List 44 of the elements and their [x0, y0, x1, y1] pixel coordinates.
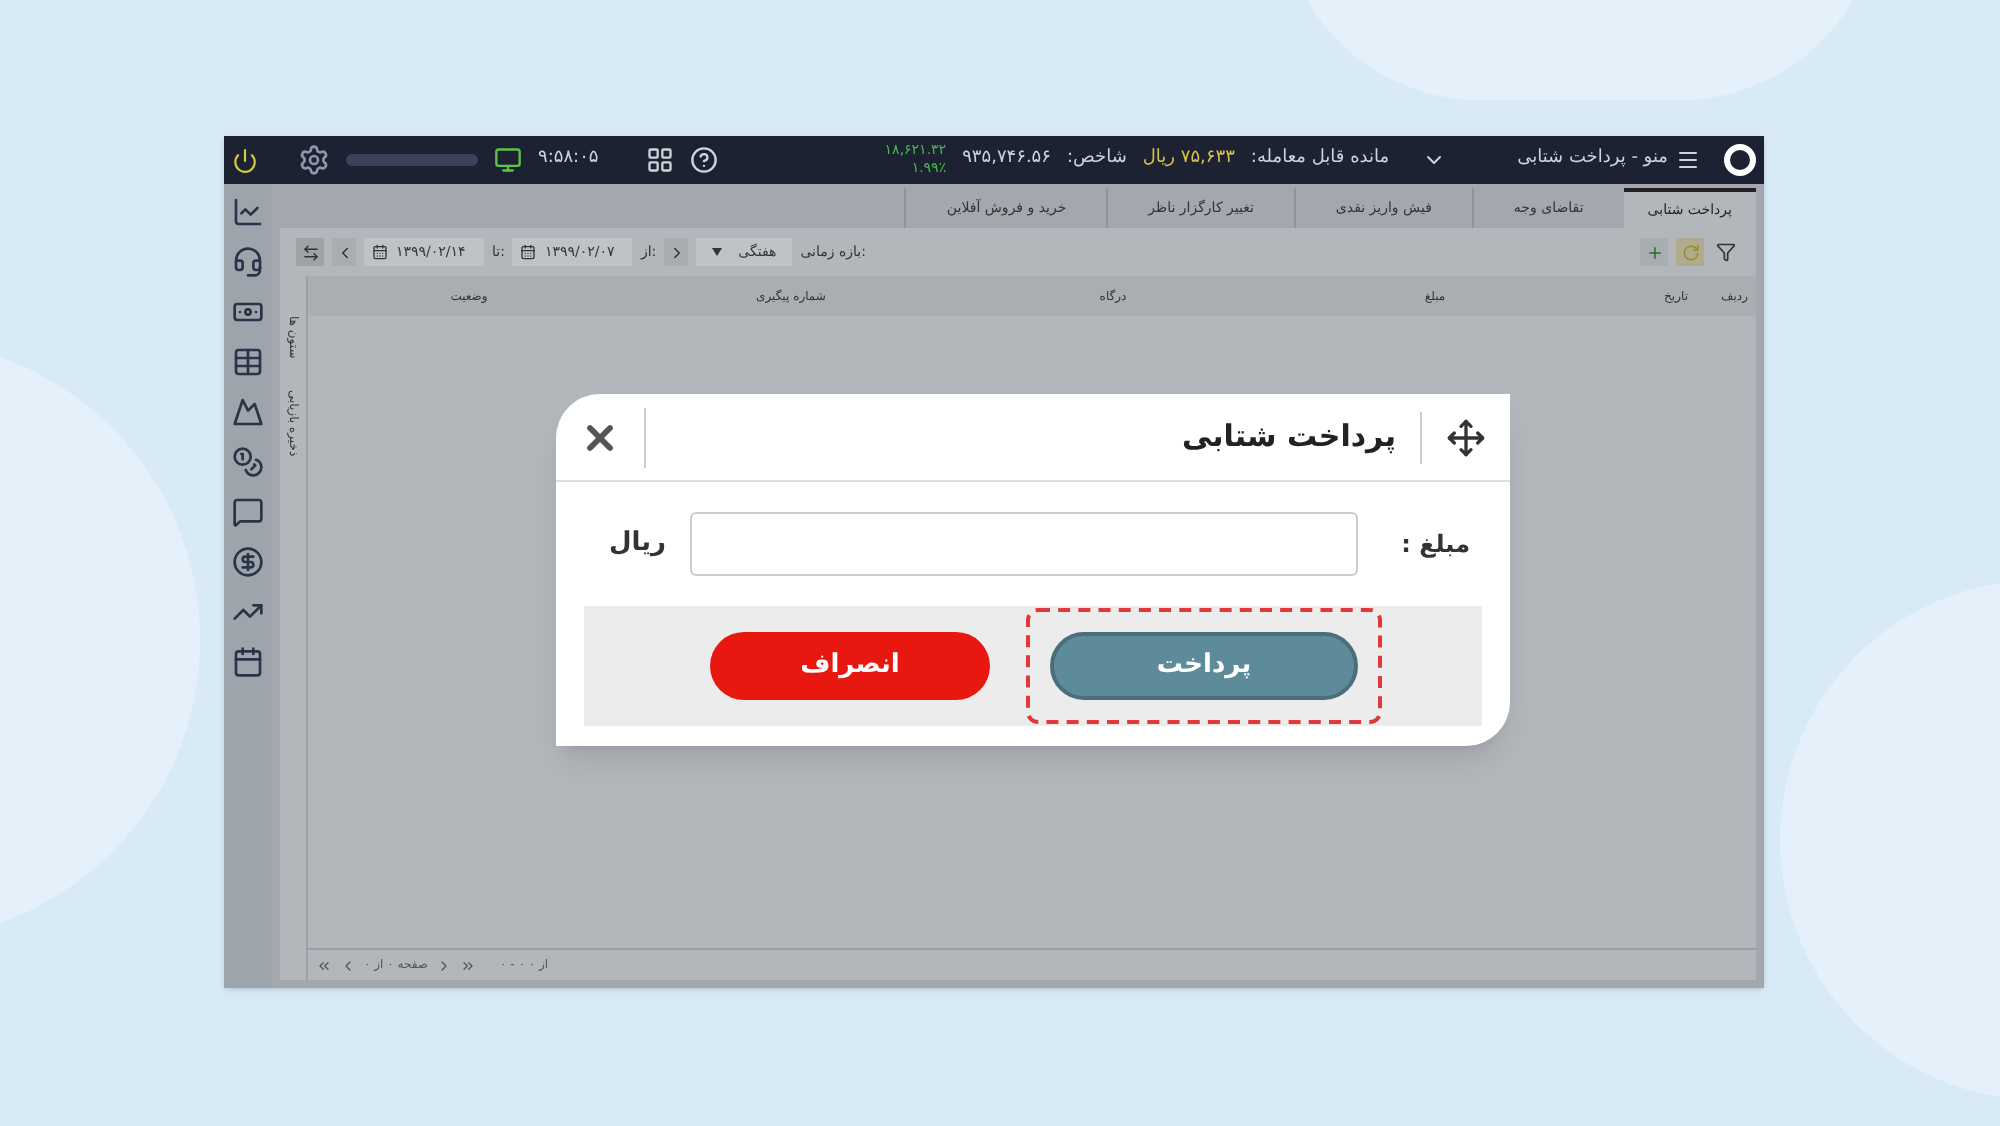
next-button[interactable] — [664, 238, 689, 266]
filter-icon — [1716, 242, 1736, 262]
index-label: شاخص: — [1066, 146, 1127, 173]
amount-field[interactable] — [690, 512, 1358, 576]
monitor-icon[interactable] — [494, 146, 522, 174]
filter-button[interactable] — [1712, 238, 1740, 266]
user-name-blur — [346, 154, 478, 166]
next-page-icon[interactable] — [436, 957, 452, 973]
power-icon[interactable] — [232, 147, 258, 173]
headset-icon[interactable] — [232, 246, 264, 278]
chart-icon[interactable] — [232, 196, 264, 228]
prev-page-icon[interactable] — [340, 957, 356, 973]
logo-icon[interactable] — [1724, 144, 1756, 176]
swap-button[interactable] — [296, 238, 324, 266]
refresh-icon — [1681, 243, 1699, 261]
coin-icon[interactable] — [232, 546, 264, 578]
calendar-icon[interactable] — [232, 646, 264, 678]
first-page-icon[interactable] — [316, 957, 332, 973]
caret-icon — [712, 248, 723, 256]
menu-button[interactable]: منو - پرداخت شتابی — [1509, 146, 1708, 174]
move-icon[interactable] — [1446, 417, 1486, 457]
calendar-icon — [520, 244, 537, 260]
help-icon[interactable] — [690, 146, 719, 174]
plus-icon — [1645, 243, 1663, 261]
message-icon[interactable] — [232, 496, 264, 528]
pay-button[interactable]: پرداخت — [1050, 632, 1358, 700]
table-icon[interactable] — [232, 346, 264, 378]
index-value: ۹۳۵,۷۴۶.۵۶ — [962, 146, 1051, 173]
clock: ۹:۵۸:۰۵ — [538, 146, 599, 173]
last-page-icon[interactable] — [460, 957, 476, 973]
swap-icon — [301, 243, 319, 261]
prev-button[interactable] — [332, 238, 356, 266]
calendar-icon — [372, 244, 388, 260]
amount-label: مبلغ : — [1399, 528, 1470, 562]
cancel-button[interactable]: انصراف — [710, 632, 990, 700]
mountain-icon[interactable] — [232, 396, 264, 428]
currency-label: ریال — [608, 526, 666, 563]
menu-icon — [1676, 148, 1700, 172]
balance-value: ۷۵,۶۳۳ ریال — [1142, 146, 1235, 173]
coins-icon[interactable] — [232, 446, 264, 478]
balance-label: مانده قابل معامله: — [1250, 146, 1390, 173]
grid-icon[interactable] — [646, 146, 675, 174]
settings-icon[interactable] — [298, 144, 330, 176]
dialog-title: پرداخت شتابی — [1181, 416, 1396, 459]
